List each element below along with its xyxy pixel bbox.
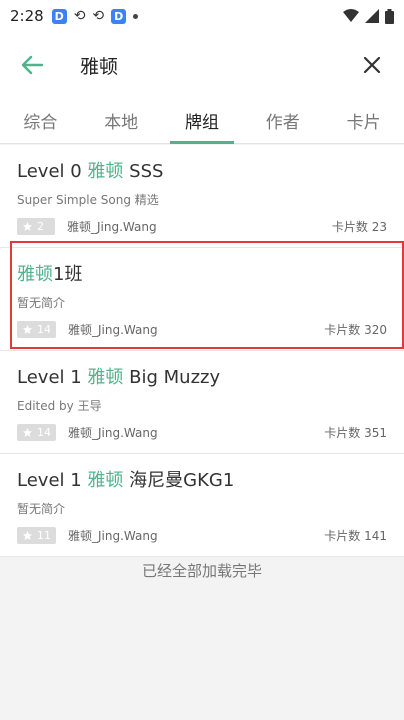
- tab-decks[interactable]: 牌组: [162, 98, 243, 144]
- deck-description: 暂无简介: [17, 502, 66, 516]
- status-bar: 2:28 D ⟲ ⟲ D: [0, 0, 404, 32]
- card-count: 卡片数 320: [324, 322, 387, 337]
- deck-list-item[interactable]: Level 1 雅顿 海尼曼GKG1 暂无简介 11 雅顿_Jing.Wang …: [0, 454, 404, 557]
- battery-icon: [385, 8, 394, 24]
- tab-local[interactable]: 本地: [81, 98, 162, 143]
- deck-title: Level 0 雅顿 SSS: [17, 161, 164, 182]
- deck-results-list: Level 0 雅顿 SSS Super Simple Song 精选 2 雅顿…: [0, 145, 404, 557]
- sync-icon: ⟲: [73, 8, 86, 24]
- card-count: 卡片数 351: [324, 425, 387, 440]
- sync-icon-2: ⟲: [92, 8, 105, 24]
- wifi-icon: [343, 9, 359, 22]
- tab-cards[interactable]: 卡片: [323, 98, 404, 143]
- search-query-title[interactable]: 雅顿: [80, 52, 118, 79]
- star-count-badge: 2: [17, 217, 55, 235]
- deck-description: 暂无简介: [17, 296, 66, 310]
- star-count-badge: 14: [17, 423, 56, 441]
- end-of-list-message: 已经全部加载完毕: [141, 562, 262, 580]
- deck-author: 雅顿_Jing.Wang: [68, 528, 158, 543]
- star-count-badge: 11: [17, 526, 56, 544]
- star-icon: [22, 427, 33, 437]
- card-count: 卡片数 23: [331, 219, 387, 234]
- deck-meta: 11 雅顿_Jing.Wang 卡片数 141: [17, 526, 387, 544]
- close-icon: [363, 56, 381, 74]
- deck-meta: 14 雅顿_Jing.Wang 卡片数 351: [17, 423, 387, 441]
- deck-title: Level 1 雅顿 Big Muzzy: [17, 367, 221, 388]
- star-icon: [22, 530, 33, 540]
- status-time: 2:28: [10, 7, 44, 25]
- app-d-notification-icon-2: D: [111, 8, 127, 24]
- deck-title: 雅顿1班: [17, 264, 83, 285]
- star-icon: [22, 324, 33, 334]
- deck-author: 雅顿_Jing.Wang: [68, 425, 158, 440]
- clear-search-button[interactable]: [350, 43, 394, 87]
- deck-list-item[interactable]: Level 1 雅顿 Big Muzzy Edited by 王导 14 雅顿_…: [0, 351, 404, 454]
- tab-authors[interactable]: 作者: [242, 98, 323, 143]
- deck-list-item[interactable]: Level 0 雅顿 SSS Super Simple Song 精选 2 雅顿…: [0, 145, 404, 248]
- star-count-badge: 14: [17, 320, 56, 338]
- deck-description: Super Simple Song 精选: [17, 193, 159, 207]
- app-d-notification-icon: D: [51, 8, 67, 24]
- more-notifications-dot-icon: [133, 13, 139, 19]
- deck-meta: 14 雅顿_Jing.Wang 卡片数 320: [17, 320, 387, 338]
- star-icon: [22, 221, 33, 231]
- signal-icon: [365, 9, 379, 23]
- deck-author: 雅顿_Jing.Wang: [67, 219, 157, 234]
- deck-list-item[interactable]: 雅顿1班 暂无简介 14 雅顿_Jing.Wang 卡片数 320: [0, 248, 404, 351]
- deck-author: 雅顿_Jing.Wang: [68, 322, 158, 337]
- app-bar: 雅顿: [0, 32, 404, 98]
- deck-meta: 2 雅顿_Jing.Wang 卡片数 23: [17, 217, 387, 235]
- back-button[interactable]: [4, 37, 60, 93]
- card-count: 卡片数 141: [324, 528, 387, 543]
- arrow-left-icon: [21, 55, 43, 75]
- tab-all[interactable]: 综合: [0, 98, 81, 143]
- deck-description: Edited by 王导: [17, 399, 102, 413]
- deck-title: Level 1 雅顿 海尼曼GKG1: [17, 470, 235, 491]
- search-category-tabs: 综合 本地 牌组 作者 卡片: [0, 98, 404, 144]
